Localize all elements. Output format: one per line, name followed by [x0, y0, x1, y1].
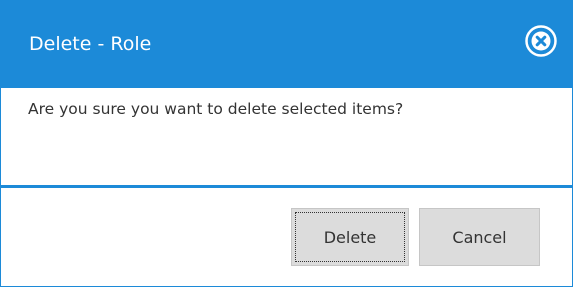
close-x-circle-icon: [525, 25, 557, 57]
focus-ring: [295, 212, 405, 262]
confirmation-message: Are you sure you want to delete selected…: [28, 100, 404, 118]
dialog-header: Delete - Role: [1, 1, 572, 88]
close-button[interactable]: [524, 24, 558, 58]
dialog-title: Delete - Role: [29, 33, 152, 55]
dialog-body: Are you sure you want to delete selected…: [1, 88, 572, 185]
dialog-footer: Delete Cancel: [1, 188, 572, 286]
cancel-button[interactable]: Cancel: [419, 208, 540, 266]
delete-button[interactable]: Delete: [291, 208, 409, 266]
delete-role-dialog: Delete - Role Are you sure you want to d…: [0, 0, 573, 287]
cancel-button-label: Cancel: [452, 227, 507, 247]
